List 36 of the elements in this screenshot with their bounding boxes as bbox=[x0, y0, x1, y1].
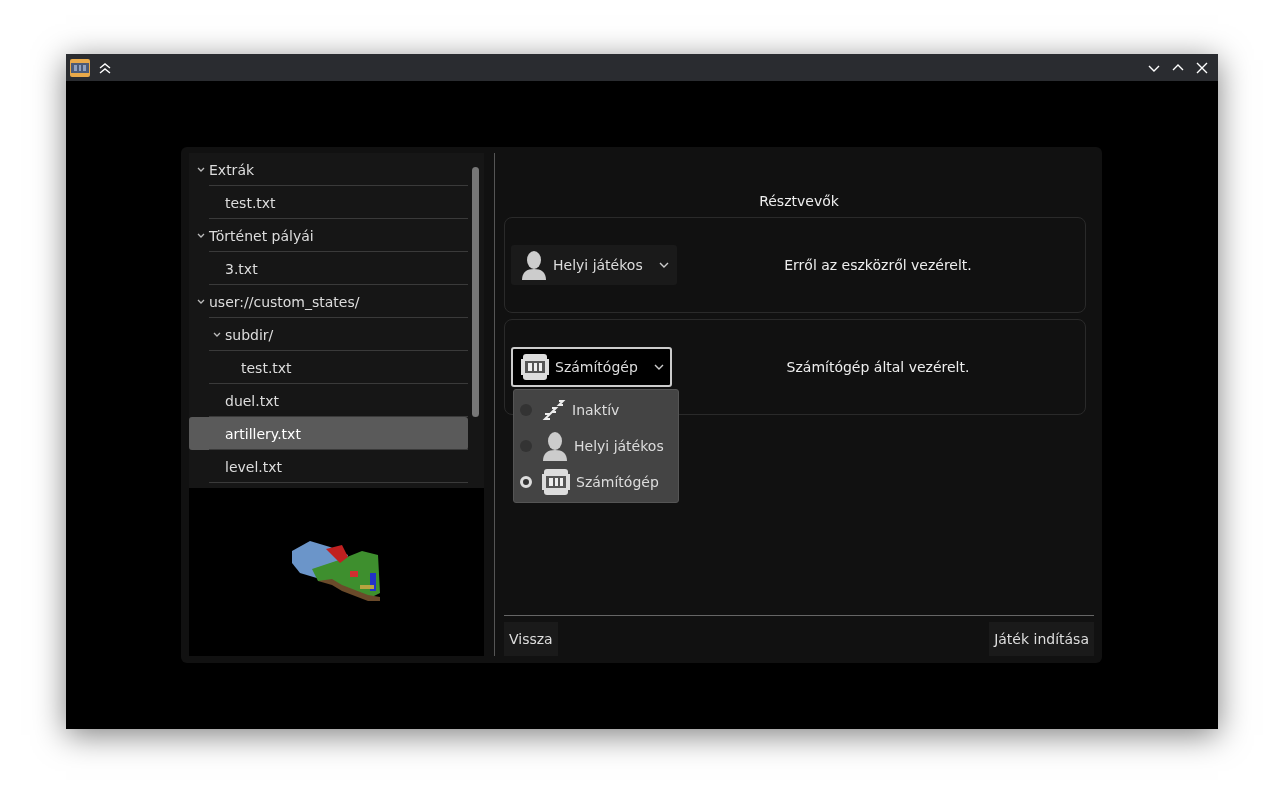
chevron-icon bbox=[658, 262, 669, 268]
chevron-icon bbox=[197, 232, 205, 239]
tree-item[interactable]: user://custom_states/ bbox=[189, 285, 468, 318]
chip-icon bbox=[69, 56, 91, 79]
player-type-dropdown[interactable]: Számítógép bbox=[511, 347, 672, 387]
tree-item[interactable]: test.txt bbox=[189, 186, 468, 219]
tree-item[interactable]: artillery.txt bbox=[189, 417, 468, 450]
tree-item[interactable]: subdir/ bbox=[189, 318, 468, 351]
start-game-button[interactable]: Játék indítása bbox=[989, 622, 1094, 656]
person-icon bbox=[521, 250, 547, 280]
tree-item[interactable]: Extrák bbox=[189, 153, 468, 186]
radio-button[interactable] bbox=[520, 476, 532, 488]
back-button[interactable]: Vissza bbox=[504, 622, 558, 656]
chevron-icon bbox=[213, 331, 221, 338]
tree-item[interactable]: level.txt bbox=[189, 450, 468, 483]
chip-icon bbox=[542, 467, 570, 497]
tree-item[interactable]: 3.txt bbox=[189, 252, 468, 285]
menu-option[interactable]: Helyi játékos bbox=[514, 428, 678, 464]
scrollbar[interactable] bbox=[472, 167, 479, 417]
chip-icon bbox=[521, 352, 549, 382]
chevron-icon bbox=[197, 298, 205, 305]
close-icon[interactable] bbox=[1196, 61, 1208, 74]
person-icon bbox=[542, 431, 568, 461]
tree-item[interactable]: Történet pályái bbox=[189, 219, 468, 252]
chevron-icon bbox=[197, 166, 205, 173]
player-description: Számítógép által vezérelt. bbox=[785, 359, 971, 375]
section-title: Résztvevők bbox=[758, 193, 840, 209]
menu-option[interactable]: Számítógép bbox=[514, 464, 678, 500]
tree-item[interactable]: test.txt bbox=[189, 351, 468, 384]
sleep-icon bbox=[542, 398, 566, 422]
player-type-dropdown[interactable]: Helyi játékos bbox=[511, 245, 677, 285]
keep-above-icon[interactable] bbox=[99, 61, 111, 74]
player-description: Erről az eszközről vezérelt. bbox=[783, 257, 973, 273]
tree-item[interactable]: duel.txt bbox=[189, 384, 468, 417]
chevron-icon bbox=[653, 364, 664, 370]
menu-option[interactable]: Inaktív bbox=[514, 392, 678, 428]
